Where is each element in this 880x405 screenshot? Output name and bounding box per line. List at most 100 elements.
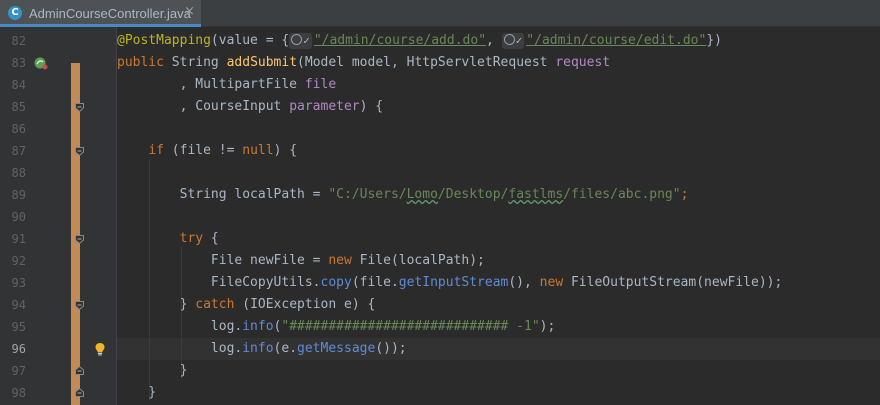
string-token: /Desktop/ (437, 187, 509, 202)
java-class-icon: C (8, 6, 22, 20)
method-name-token: addSubmit (226, 55, 298, 70)
fold-marker-icon[interactable] (75, 147, 84, 156)
code-token: log. (117, 341, 243, 356)
code-line-93[interactable]: 93 FileCopyUtils.copy(file.getInputStrea… (0, 272, 880, 294)
bean-gutter-icon[interactable] (33, 56, 49, 70)
line-number: 92 (11, 254, 26, 268)
inlay-hint[interactable]: ✓ (289, 33, 312, 49)
url-string[interactable]: "/admin/course/add.do" (314, 33, 486, 48)
code-token: } (117, 385, 157, 400)
line-number: 91 (11, 232, 26, 246)
code-token: { (203, 231, 219, 246)
code-token: (file != (171, 143, 243, 158)
code-editor[interactable]: 82 @PostMapping(value = {✓ "/admin/course… (0, 27, 880, 405)
code-token: String (171, 55, 227, 70)
keyword-token: new (328, 253, 360, 268)
code-token: ()); (375, 341, 407, 356)
code-token: (file. (351, 275, 399, 290)
hint-icon (291, 34, 303, 45)
line-number: 93 (11, 276, 26, 290)
code-token: FileCopyUtils. (117, 275, 321, 290)
code-token: , CourseInput (117, 99, 290, 114)
method-call-token: info (242, 319, 274, 334)
code-token: (Model model, HttpServletRequest (297, 55, 556, 70)
tab-label: AdminCourseController.java (29, 6, 191, 21)
line-number: 95 (11, 320, 26, 334)
code-token: FileOutputStream(newFile)); (570, 275, 783, 290)
code-text: } catch (IOException e) { (117, 294, 376, 316)
code-line-85[interactable]: 85 , CourseInput parameter) { (0, 96, 880, 118)
code-token: (), (508, 275, 540, 290)
hint-icon (503, 34, 515, 45)
semicolon-token: ; (680, 187, 689, 202)
keyword-token: try (179, 231, 204, 246)
line-number: 89 (11, 188, 26, 202)
code-token: File(localPath); (359, 253, 485, 268)
code-token: ); (539, 319, 556, 334)
code-token: } (117, 297, 196, 312)
hint-glyph: ✓ (515, 34, 523, 47)
code-token: log. (117, 319, 243, 334)
line-number: 86 (11, 122, 26, 136)
line-number: 82 (11, 34, 26, 48)
code-line-91[interactable]: 91 try { (0, 228, 880, 250)
code-line-89[interactable]: 89 String localPath = "C:/Users/Lomo/Des… (0, 184, 880, 206)
string-token: "############################ -1" (281, 319, 540, 334)
code-line-88[interactable]: 88 (0, 162, 880, 184)
inlay-hint[interactable]: ✓ (501, 33, 525, 49)
intention-bulb-icon[interactable] (93, 342, 107, 356)
code-line-95[interactable]: 95 log.info("###########################… (0, 316, 880, 338)
typo-token: fastlms (508, 187, 564, 202)
param-token: parameter (289, 99, 360, 114)
line-number: 85 (11, 100, 26, 114)
line-number: 88 (11, 166, 26, 180)
code-line-94[interactable]: 94 } catch (IOException e) { (0, 294, 880, 316)
code-line-92[interactable]: 92 File newFile = new File(localPath); (0, 250, 880, 272)
code-line-87[interactable]: 87 if (file != null) { (0, 140, 880, 162)
code-line-96[interactable]: 96 log.info(e.getMessage()); (0, 338, 880, 360)
code-text: FileCopyUtils.copy(file.getInputStream()… (117, 272, 782, 294)
code-line-83[interactable]: 83 public String addSubmit(Model model, … (0, 52, 880, 74)
string-token: "C:/Users/ (328, 187, 407, 202)
keyword-token: null (242, 143, 274, 158)
code-token: }) (706, 33, 722, 48)
code-token: } (117, 363, 188, 378)
method-call-token: copy (320, 275, 352, 290)
code-text: log.info("############################ -… (117, 316, 555, 338)
code-text: , CourseInput parameter) { (117, 96, 384, 118)
code-text: , MultipartFile file (117, 74, 337, 96)
code-token: ) { (273, 143, 298, 158)
fold-marker-icon[interactable] (75, 235, 84, 244)
code-text: try { (117, 228, 219, 250)
code-line-97[interactable]: 97 } (0, 360, 880, 382)
tab-admin-course-controller[interactable]: C AdminCourseController.java × (0, 0, 201, 27)
code-line-86[interactable]: 86 (0, 118, 880, 140)
fold-marker-icon[interactable] (75, 366, 84, 375)
line-number: 96 (11, 342, 26, 356)
param-token: file (304, 77, 337, 92)
fold-marker-icon[interactable] (75, 103, 84, 112)
url-string[interactable]: "/admin/course/edit.do" (526, 33, 706, 48)
code-token: File newFile = (117, 253, 329, 268)
line-number: 98 (11, 386, 26, 400)
code-token: (IOException e) { (242, 297, 376, 312)
code-token: , MultipartFile (117, 77, 305, 92)
code-line-98[interactable]: 98 } (0, 382, 880, 404)
code-line-90[interactable]: 90 (0, 206, 880, 228)
close-icon[interactable]: × (184, 4, 195, 19)
fold-marker-icon[interactable] (75, 388, 84, 397)
code-token: (e. (273, 341, 298, 356)
keyword-token: new (539, 275, 571, 290)
method-call-token: info (242, 341, 274, 356)
code-text: String localPath = "C:/Users/Lomo/Deskto… (117, 184, 689, 206)
code-token: (value = { (210, 33, 290, 48)
hint-glyph: ✓ (303, 34, 310, 47)
code-line-82[interactable]: 82 @PostMapping(value = {✓ "/admin/course… (0, 30, 880, 52)
code-line-84[interactable]: 84 , MultipartFile file (0, 74, 880, 96)
code-text: public String addSubmit(Model model, Htt… (117, 52, 610, 74)
string-token: /files/abc.png" (563, 187, 681, 202)
line-number: 97 (11, 364, 26, 378)
fold-marker-icon[interactable] (75, 301, 84, 310)
